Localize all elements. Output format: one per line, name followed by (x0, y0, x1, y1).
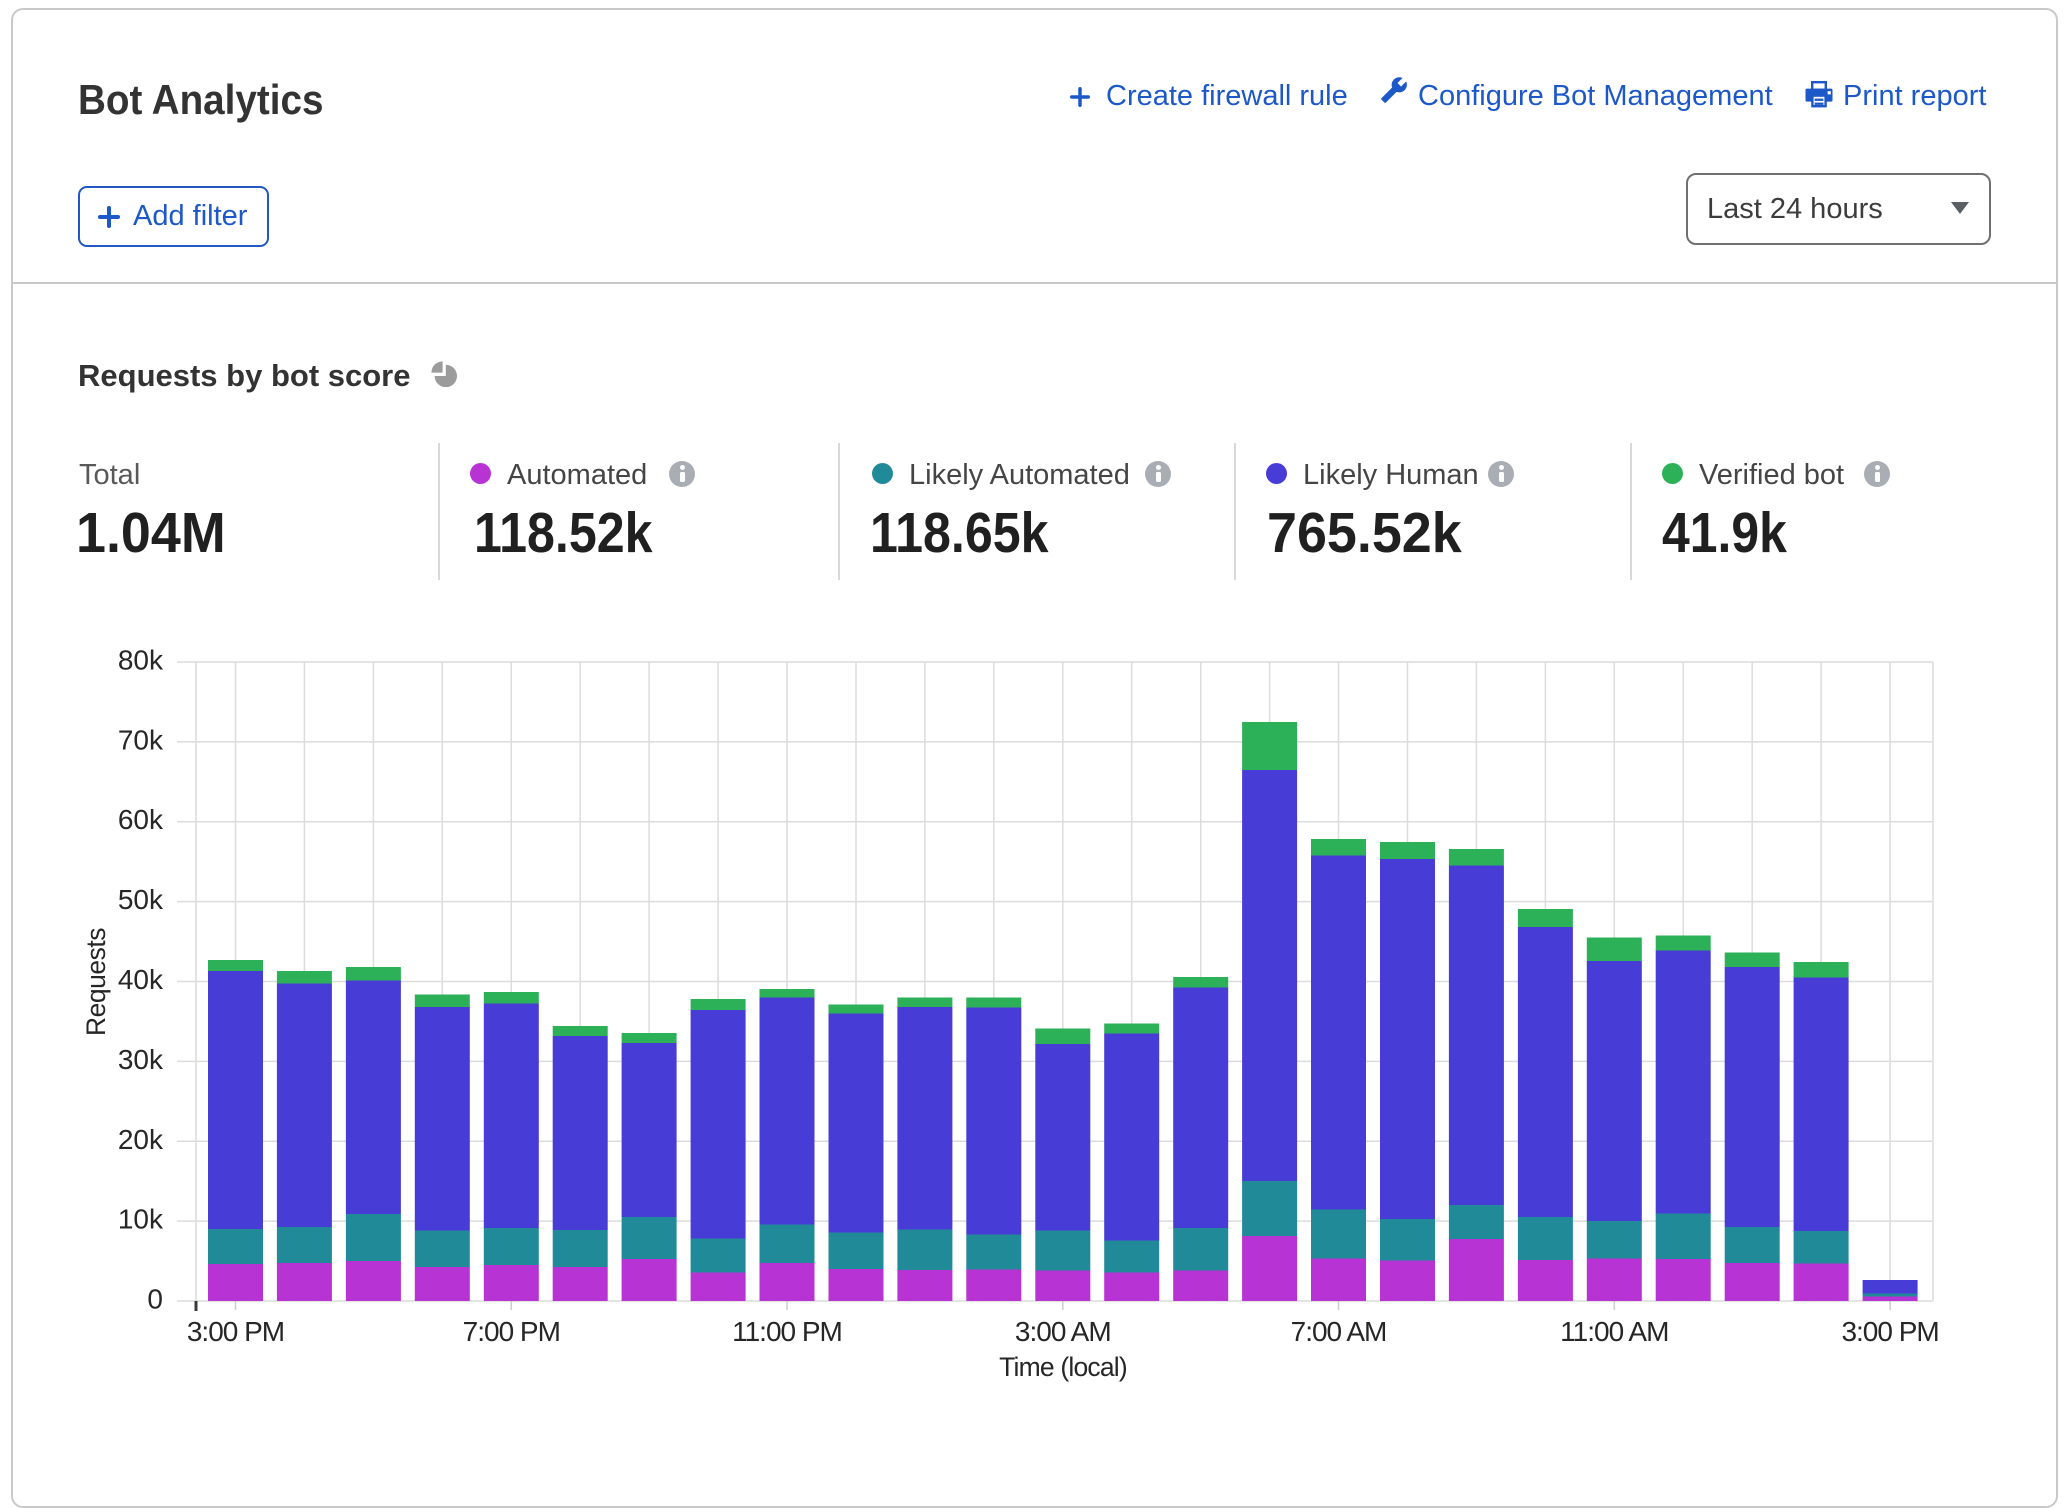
svg-text:70k: 70k (118, 724, 164, 755)
svg-text:60k: 60k (118, 804, 164, 835)
svg-text:3:00 AM: 3:00 AM (1015, 1316, 1111, 1347)
svg-text:11:00 PM: 11:00 PM (732, 1316, 842, 1347)
svg-text:7:00 AM: 7:00 AM (1291, 1316, 1387, 1347)
svg-text:7:00 PM: 7:00 PM (463, 1316, 560, 1347)
svg-text:40k: 40k (118, 964, 164, 995)
svg-text:3:00 PM: 3:00 PM (187, 1316, 284, 1347)
svg-text:0: 0 (147, 1284, 163, 1315)
svg-text:11:00 AM: 11:00 AM (1560, 1316, 1668, 1347)
svg-text:30k: 30k (118, 1044, 164, 1075)
svg-text:Requests: Requests (81, 928, 111, 1036)
svg-text:50k: 50k (118, 884, 164, 915)
svg-text:10k: 10k (118, 1204, 164, 1235)
svg-text:20k: 20k (118, 1124, 164, 1155)
svg-text:3:00 PM: 3:00 PM (1841, 1316, 1938, 1347)
svg-text:Time (local): Time (local) (999, 1352, 1127, 1382)
svg-text:80k: 80k (118, 645, 164, 676)
